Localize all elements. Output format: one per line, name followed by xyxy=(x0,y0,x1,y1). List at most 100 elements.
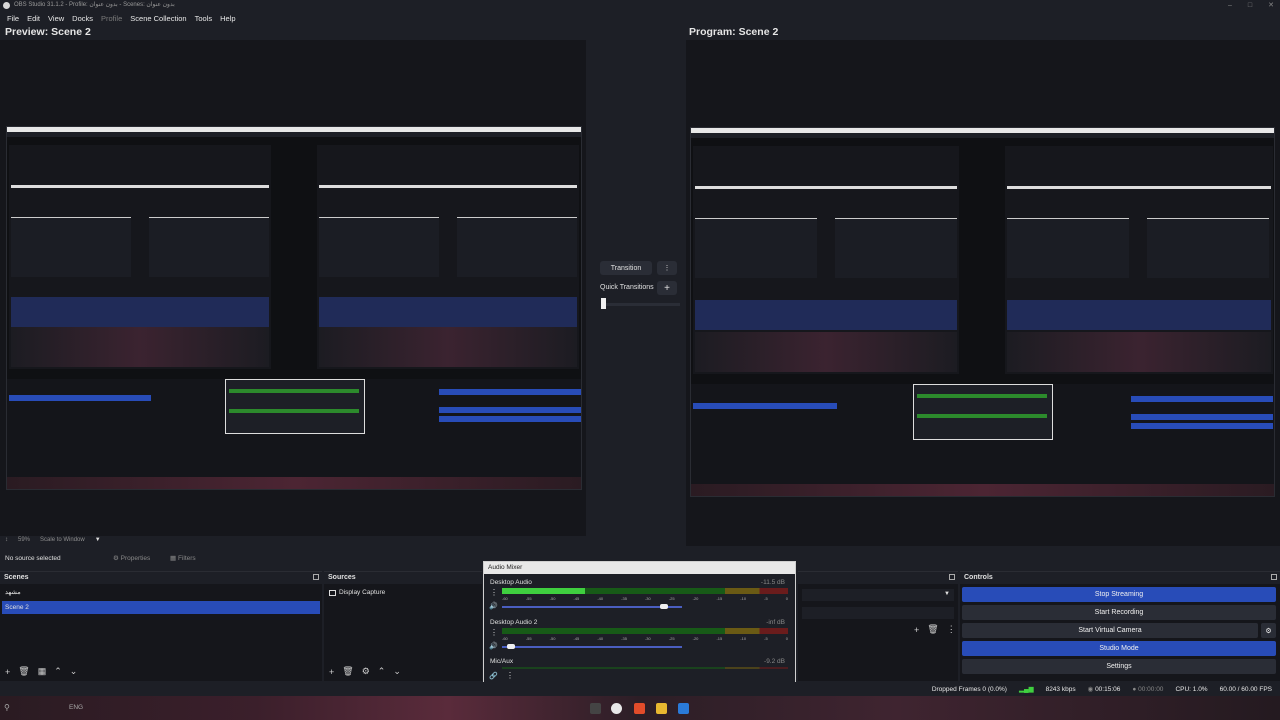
transition-menu-icon[interactable]: ⋮ xyxy=(657,261,677,275)
channel-menu-icon[interactable]: ⋮ xyxy=(490,588,498,597)
audio-meter xyxy=(502,628,788,634)
rec-time: ● 00:00:00 xyxy=(1132,686,1163,693)
meter-tick-label: -15 xyxy=(716,636,723,641)
signal-icon: ▂▄▆ xyxy=(1018,686,1034,693)
audio-mixer-window: Audio Mixer Desktop Audio -11.5 dB ⋮ -60… xyxy=(483,561,796,685)
search-icon[interactable]: ⚲ xyxy=(4,703,10,712)
windows-start-icon[interactable] xyxy=(678,703,689,714)
start-virtual-camera-button[interactable]: Start Virtual Camera xyxy=(962,623,1258,638)
menu-edit[interactable]: Edit xyxy=(23,14,44,23)
add-transition-icon[interactable]: + xyxy=(914,625,919,635)
dock-float-icon[interactable] xyxy=(1271,574,1277,580)
speaker-icon[interactable]: 🔊 xyxy=(489,642,498,650)
remove-transition-icon[interactable]: 🗑 xyxy=(927,624,938,635)
properties-button[interactable]: ⚙ Properties xyxy=(113,554,150,562)
menu-scene-collection[interactable]: Scene Collection xyxy=(126,14,190,23)
channel-menu-icon[interactable]: ⋮ xyxy=(490,628,498,637)
meter-tick-label: -60 xyxy=(502,596,508,601)
menu-docks[interactable]: Docks xyxy=(68,14,97,23)
studio-mode-button[interactable]: Studio Mode xyxy=(962,641,1276,656)
source-item-display-capture[interactable]: Display Capture xyxy=(329,589,385,596)
volume-slider-handle[interactable] xyxy=(660,604,668,609)
chevron-down-icon[interactable]: ▼ xyxy=(95,537,101,543)
mixer-menu-icon[interactable]: ⋮ xyxy=(506,671,514,680)
transition-duration-field[interactable] xyxy=(802,607,954,619)
transitions-toolbar: + 🗑 ⋮ xyxy=(914,624,956,635)
preview-canvas[interactable] xyxy=(0,40,586,536)
filters-label: Filters xyxy=(177,555,196,562)
live-icon: ◉ xyxy=(1087,686,1094,693)
stream-time-value: 00:15:06 xyxy=(1095,686,1121,693)
move-down-icon[interactable]: ⌄ xyxy=(70,666,78,677)
preview-title: Preview: Scene 2 xyxy=(5,26,91,38)
volume-slider[interactable] xyxy=(502,646,682,648)
zoom-level: 59% xyxy=(18,537,31,543)
settings-button[interactable]: Settings xyxy=(962,659,1276,674)
menu-profile[interactable]: Profile xyxy=(97,14,126,23)
menu-help[interactable]: Help xyxy=(216,14,239,23)
program-nested-capture xyxy=(690,127,1275,497)
stop-streaming-button[interactable]: Stop Streaming xyxy=(962,587,1276,602)
minimize-icon[interactable]: – xyxy=(1228,0,1232,11)
volume-slider-handle[interactable] xyxy=(507,644,515,649)
add-scene-icon[interactable]: + xyxy=(5,667,10,677)
audio-meter-level xyxy=(502,588,585,594)
source-settings-icon[interactable]: ⚙ xyxy=(362,666,370,677)
dock-float-icon[interactable] xyxy=(949,574,955,580)
record-icon: ● xyxy=(1132,685,1137,693)
meter-tick-label: -20 xyxy=(692,636,699,641)
meter-tick-label: -35 xyxy=(621,636,627,641)
scene-item-2[interactable]: Scene 2 xyxy=(2,601,320,614)
scale-mode-select[interactable]: Scale to Window xyxy=(40,537,85,543)
scenes-dock: Scenes مشهد Scene 2 + 🗑 ▦ ⌃ ⌄ xyxy=(0,571,322,681)
link-icon[interactable]: 🔗 xyxy=(489,672,498,680)
remove-scene-icon[interactable]: 🗑 xyxy=(18,666,29,677)
speaker-icon[interactable]: 🔊 xyxy=(489,602,498,610)
window-controls: – □ ✕ xyxy=(1228,0,1274,11)
more-icon[interactable]: ⋮ xyxy=(947,624,956,635)
add-quick-transition-icon[interactable]: + xyxy=(657,281,677,295)
menu-tools[interactable]: Tools xyxy=(191,14,217,23)
maximize-icon[interactable]: □ xyxy=(1248,0,1252,11)
transition-slider-handle[interactable] xyxy=(601,298,606,309)
channel-db: -11.5 dB xyxy=(760,579,785,586)
dock-float-icon[interactable] xyxy=(313,574,319,580)
transition-type-select[interactable]: ▼ xyxy=(802,589,954,601)
meter-tick-label: -50 xyxy=(549,636,556,641)
close-icon[interactable]: ✕ xyxy=(1268,0,1274,11)
scene-item-1[interactable]: مشهد xyxy=(2,586,320,599)
source-up-icon[interactable]: ⌃ xyxy=(378,666,386,677)
transition-button[interactable]: Transition xyxy=(600,261,652,275)
volume-slider[interactable] xyxy=(502,606,682,608)
remove-source-icon[interactable]: 🗑 xyxy=(342,666,353,677)
move-up-icon[interactable]: ⌃ xyxy=(54,666,62,677)
properties-label: Properties xyxy=(120,555,151,562)
dropped-frames: Dropped Frames 0 (0.0%) xyxy=(931,685,1007,693)
language-indicator[interactable]: ENG xyxy=(69,704,83,711)
brave-browser-icon[interactable] xyxy=(634,703,645,714)
menu-bar: File Edit View Docks Profile Scene Colle… xyxy=(0,11,1280,25)
menu-file[interactable]: File xyxy=(3,14,23,23)
cpu-usage: CPU: 1.0% xyxy=(1175,685,1208,693)
audio-meter xyxy=(502,667,788,669)
virtual-camera-settings-icon[interactable]: ⚙ xyxy=(1261,623,1276,638)
source-down-icon[interactable]: ⌄ xyxy=(393,666,401,677)
sources-toolbar: + 🗑 ⚙ ⌃ ⌄ xyxy=(329,666,401,677)
start-recording-button[interactable]: Start Recording xyxy=(962,605,1276,620)
obs-taskbar-icon[interactable] xyxy=(611,703,622,714)
filter-icon: ▦ xyxy=(170,555,177,562)
menu-view[interactable]: View xyxy=(44,14,68,23)
settings-app-icon[interactable] xyxy=(590,703,601,714)
zoom-icon: ↕ xyxy=(5,537,8,543)
filters-button[interactable]: ▦ Filters xyxy=(170,554,196,562)
gear-icon: ⚙ xyxy=(113,555,119,562)
transition-slider[interactable] xyxy=(602,303,680,306)
scene-filters-icon[interactable]: ▦ xyxy=(38,666,47,677)
file-explorer-icon[interactable] xyxy=(656,703,667,714)
add-source-icon[interactable]: + xyxy=(329,667,334,677)
no-source-label: No source selected xyxy=(5,554,61,562)
meter-tick-label: -10 xyxy=(740,636,747,641)
transitions-dock-head xyxy=(798,572,958,584)
channel-db: -inf dB xyxy=(766,619,785,626)
meter-tick-label: -60 xyxy=(502,636,508,641)
